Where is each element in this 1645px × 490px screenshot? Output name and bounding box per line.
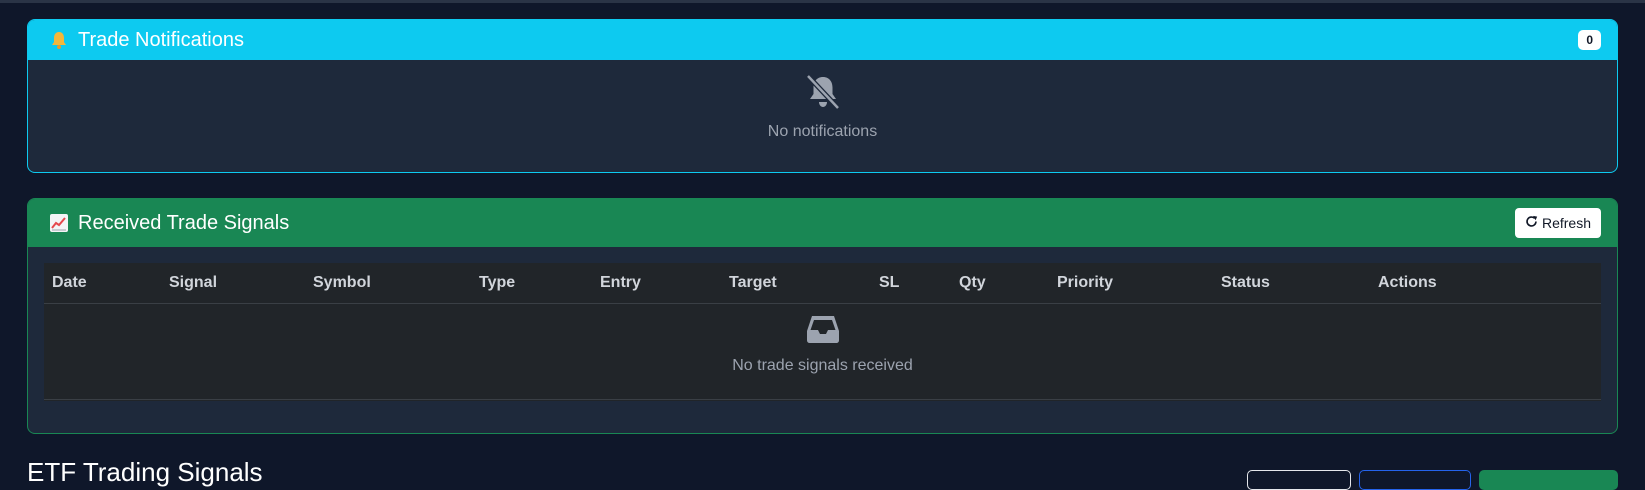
etf-trading-signals-title: ETF Trading Signals [27, 457, 263, 487]
signals-empty-text: No trade signals received [732, 357, 913, 374]
chart-increasing-icon [48, 212, 70, 234]
signals-empty-state: No trade signals received [44, 304, 1601, 400]
trade-notifications-card: Trade Notifications 0 No notifications [27, 19, 1618, 173]
trade-notifications-title: Trade Notifications [78, 28, 244, 51]
etf-section-button-1[interactable] [1247, 470, 1351, 490]
trade-notifications-header: Trade Notifications 0 [28, 20, 1617, 60]
column-header-date: Date [52, 274, 87, 291]
bell-icon [48, 29, 70, 51]
etf-section-button-3[interactable] [1479, 470, 1618, 490]
column-header-target: Target [729, 274, 777, 291]
notifications-empty-text: No notifications [767, 123, 878, 140]
column-header-type: Type [479, 274, 516, 291]
refresh-button[interactable]: Refresh [1514, 208, 1601, 238]
received-trade-signals-header: Received Trade Signals Refresh [28, 199, 1617, 247]
etf-section-button-2[interactable] [1359, 470, 1471, 490]
received-trade-signals-card: Received Trade Signals Refresh Date Sign… [27, 198, 1618, 434]
notifications-empty-state: No notifications [28, 60, 1617, 141]
table-header-row: Date Signal Symbol Type Entry Target SL … [44, 263, 1601, 304]
trade-signals-table: Date Signal Symbol Type Entry Target SL … [44, 263, 1601, 401]
inbox-icon [806, 314, 840, 349]
column-header-entry: Entry [600, 274, 641, 291]
column-header-sl: SL [879, 274, 900, 291]
bell-slash-icon [803, 74, 843, 115]
column-header-qty: Qty [959, 274, 986, 291]
column-header-signal: Signal [169, 274, 218, 291]
refresh-icon [1525, 215, 1538, 231]
refresh-label: Refresh [1541, 215, 1591, 231]
column-header-actions: Actions [1378, 274, 1437, 291]
top-divider [0, 0, 1645, 3]
column-header-priority: Priority [1057, 274, 1114, 291]
column-header-symbol: Symbol [313, 274, 371, 291]
notification-count-badge: 0 [1578, 30, 1601, 50]
column-header-status: Status [1221, 274, 1270, 291]
received-trade-signals-title: Received Trade Signals [78, 211, 290, 234]
